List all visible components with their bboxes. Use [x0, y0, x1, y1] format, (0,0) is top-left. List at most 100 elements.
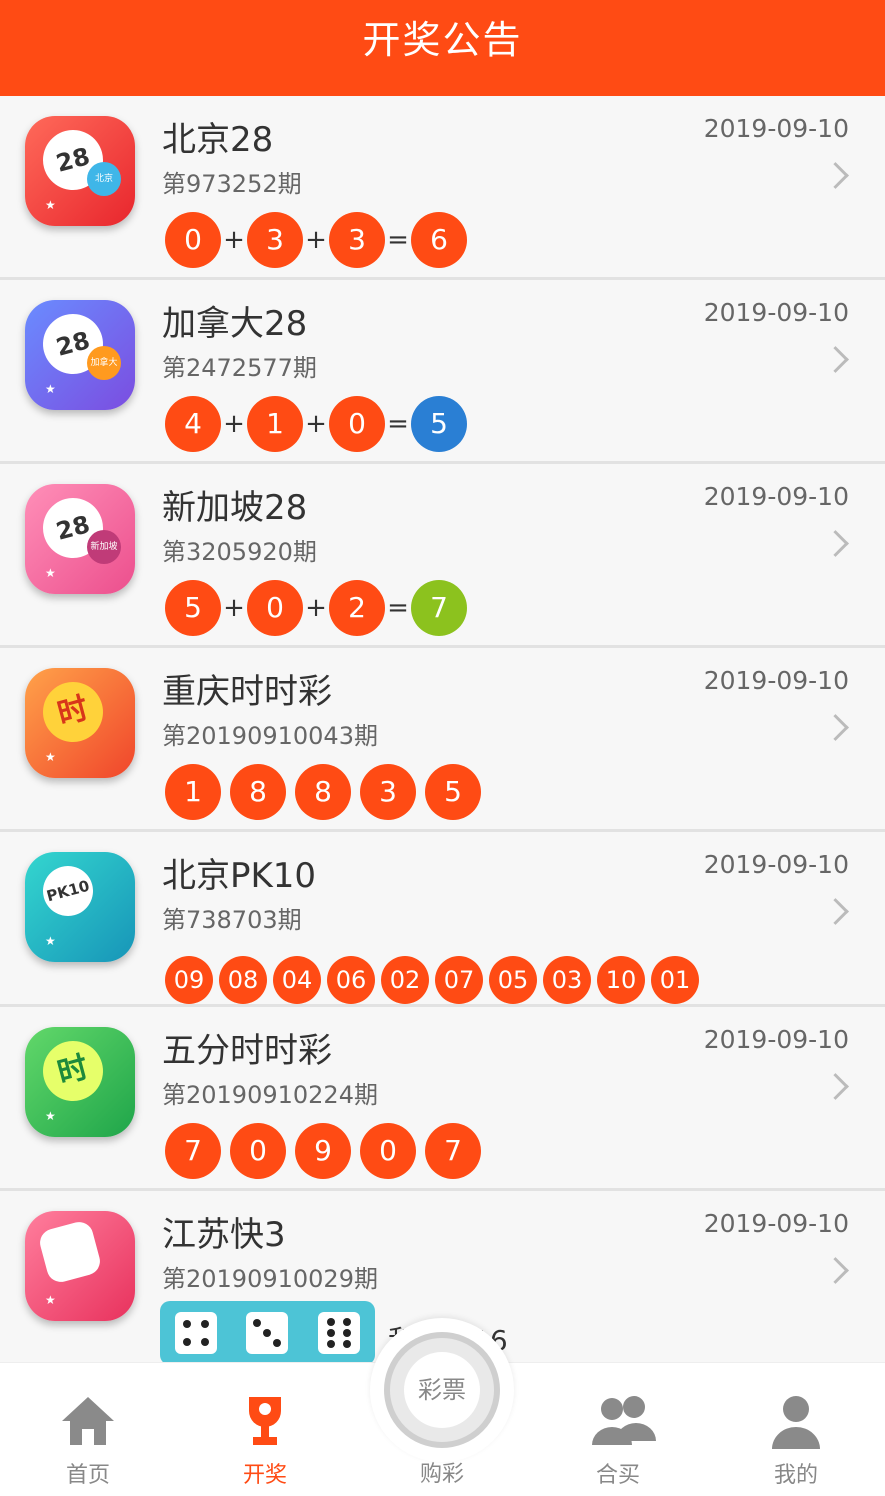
icon-ball-text: PK10 [37, 860, 99, 922]
number-ball: 04 [273, 956, 321, 1004]
number-ball: 0 [329, 396, 385, 452]
icon-badge: 北京 [87, 162, 121, 196]
group-users-icon [588, 1391, 656, 1451]
tab-draw[interactable]: 开奖 [205, 1373, 325, 1489]
lottery-name: 北京28 [162, 120, 274, 160]
star-icon: ★ [45, 566, 56, 580]
lottery-name: 江苏快3 [162, 1215, 286, 1255]
tab-label: 开奖 [242, 1463, 287, 1488]
draw-numbers: 09 08 04 06 02 07 05 03 10 01 [165, 956, 705, 1004]
dice-result [160, 1301, 375, 1365]
lottery-name: 北京PK10 [162, 856, 317, 896]
star-icon: ★ [45, 198, 56, 212]
number-ball: 03 [543, 956, 591, 1004]
singapore28-app-icon: 28 新加坡 ★ [25, 484, 135, 594]
lottery-name: 新加坡28 [162, 488, 308, 528]
chevron-right-icon[interactable] [822, 1257, 849, 1284]
dice-icon [36, 1218, 104, 1286]
number-ball: 3 [329, 212, 385, 268]
equals-sign: = [387, 593, 409, 623]
number-ball: 0 [230, 1123, 286, 1179]
equals-sign: = [387, 225, 409, 255]
draw-numbers: 1 8 8 3 5 [165, 764, 490, 820]
pk10-app-icon: PK10 ★ [25, 852, 135, 962]
lottery-row-beijing-pk10[interactable]: PK10 ★ 北京PK10 第738703期 2019-09-10 09 08 … [0, 832, 885, 1007]
lottery-ticket-label: 彩票 [404, 1352, 480, 1428]
number-ball: 05 [489, 956, 537, 1004]
chevron-right-icon[interactable] [822, 1073, 849, 1100]
plus-sign: + [305, 409, 327, 439]
number-ball: 02 [381, 956, 429, 1004]
lottery-list: 28 北京 ★ 北京28 第973252期 2019-09-10 0 + 3 +… [0, 96, 885, 1375]
chevron-right-icon[interactable] [822, 898, 849, 925]
lottery-row-chongqing-ssc[interactable]: 时 ★ 重庆时时彩 第20190910043期 2019-09-10 1 8 8… [0, 648, 885, 832]
plus-sign: + [223, 593, 245, 623]
lottery-issue: 第20190910043期 [162, 722, 378, 750]
icon-ball-text: 时 [36, 1034, 110, 1108]
lottery-name: 加拿大28 [162, 304, 308, 344]
die-face-3-icon [246, 1312, 289, 1354]
number-ball: 06 [327, 956, 375, 1004]
user-icon [766, 1391, 826, 1451]
lottery-issue: 第973252期 [162, 170, 302, 198]
lottery-row-canada28[interactable]: 28 加拿大 ★ 加拿大28 第2472577期 2019-09-10 4 + … [0, 280, 885, 464]
lottery-name: 五分时时彩 [162, 1031, 332, 1071]
number-ball: 0 [247, 580, 303, 636]
die-face-4-icon [174, 1312, 217, 1354]
draw-numbers: 0 + 3 + 3 = 6 [165, 212, 467, 268]
tab-mine[interactable]: 我的 [736, 1373, 856, 1489]
icon-ball-text: 时 [36, 675, 110, 749]
star-icon: ★ [45, 1293, 56, 1307]
beijing28-app-icon: 28 北京 ★ [25, 116, 135, 226]
trophy-icon [235, 1391, 295, 1451]
lottery-issue: 第738703期 [162, 906, 302, 934]
tab-label: 我的 [773, 1463, 818, 1488]
star-icon: ★ [45, 750, 56, 764]
lottery-name: 重庆时时彩 [162, 672, 332, 712]
tab-home[interactable]: 首页 [28, 1373, 148, 1489]
draw-numbers: 5 + 0 + 2 = 7 [165, 580, 467, 636]
lottery-date: 2019-09-10 [703, 850, 849, 879]
result-ball: 6 [411, 212, 467, 268]
result-ball: 5 [411, 396, 467, 452]
chevron-right-icon[interactable] [822, 346, 849, 373]
home-icon [58, 1391, 118, 1451]
lottery-issue: 第20190910029期 [162, 1265, 378, 1293]
number-ball: 07 [435, 956, 483, 1004]
chevron-right-icon[interactable] [822, 714, 849, 741]
number-ball: 08 [219, 956, 267, 1004]
lottery-date: 2019-09-10 [703, 1209, 849, 1238]
lottery-date: 2019-09-10 [703, 666, 849, 695]
result-ball: 7 [411, 580, 467, 636]
number-ball: 2 [329, 580, 385, 636]
equals-sign: = [387, 409, 409, 439]
jiangsu-k3-app-icon: ★ [25, 1211, 135, 1321]
number-ball: 09 [165, 956, 213, 1004]
chevron-right-icon[interactable] [822, 162, 849, 189]
plus-sign: + [223, 225, 245, 255]
chongqing-ssc-app-icon: 时 ★ [25, 668, 135, 778]
number-ball: 3 [360, 764, 416, 820]
number-ball: 8 [230, 764, 286, 820]
tab-buy-label: 购彩 [419, 1462, 464, 1487]
number-ball: 7 [165, 1123, 221, 1179]
lottery-row-singapore28[interactable]: 28 新加坡 ★ 新加坡28 第3205920期 2019-09-10 5 + … [0, 464, 885, 648]
number-ball: 9 [295, 1123, 351, 1179]
number-ball: 5 [165, 580, 221, 636]
lottery-row-beijing28[interactable]: 28 北京 ★ 北京28 第973252期 2019-09-10 0 + 3 +… [0, 96, 885, 280]
lottery-date: 2019-09-10 [703, 114, 849, 143]
number-ball: 10 [597, 956, 645, 1004]
draw-numbers: 7 0 9 0 7 [165, 1123, 490, 1179]
star-icon: ★ [45, 1109, 56, 1123]
number-ball: 5 [425, 764, 481, 820]
five-min-ssc-app-icon: 时 ★ [25, 1027, 135, 1137]
number-ball: 01 [651, 956, 699, 1004]
chevron-right-icon[interactable] [822, 530, 849, 557]
plus-sign: + [305, 593, 327, 623]
number-ball: 0 [165, 212, 221, 268]
canada28-app-icon: 28 加拿大 ★ [25, 300, 135, 410]
buy-lottery-button[interactable]: 彩票 [384, 1332, 500, 1448]
tab-group-buy[interactable]: 合买 [558, 1373, 678, 1489]
lottery-row-five-min-ssc[interactable]: 时 ★ 五分时时彩 第20190910224期 2019-09-10 7 0 9… [0, 1007, 885, 1191]
tab-label: 合买 [595, 1463, 640, 1488]
